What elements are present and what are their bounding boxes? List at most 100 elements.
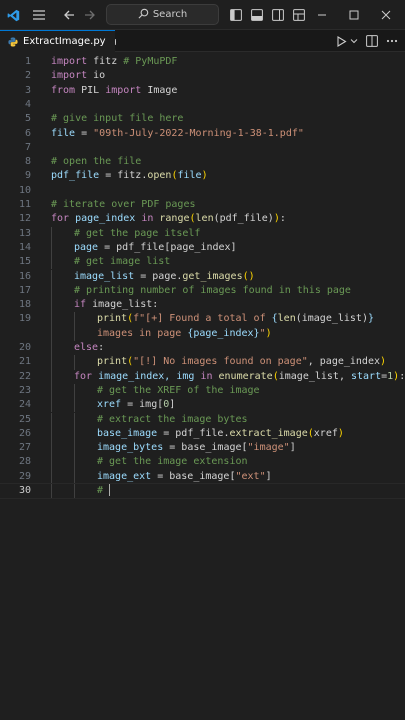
- line-number: 6: [24, 127, 31, 139]
- code-line[interactable]: 8 # open the file: [0, 155, 405, 169]
- code-line[interactable]: 2 import io: [0, 69, 405, 83]
- line-number: 19: [18, 313, 31, 325]
- code-line[interactable]: 18 if image_list:: [0, 298, 405, 313]
- run-python-file-icon[interactable]: [333, 32, 349, 50]
- code-token: for: [51, 213, 70, 225]
- code-token: # get image list: [74, 256, 171, 268]
- indent-guide: [74, 412, 75, 427]
- run-dropdown-chevron-icon[interactable]: [349, 32, 359, 50]
- indent-guide: [51, 341, 52, 356]
- code-line[interactable]: 14 page = pdf_file[page_index]: [0, 240, 405, 256]
- code-token: # get the XREF of the image: [97, 384, 260, 396]
- forward-arrow-icon[interactable]: [81, 5, 99, 25]
- code-token: # extract the image bytes: [97, 413, 248, 425]
- code-token: = base_image[: [163, 442, 248, 454]
- line-number: 24: [18, 399, 31, 411]
- menu-icon[interactable]: [30, 5, 48, 25]
- code-line[interactable]: 6 file = "09th-July-2022-Morning-1-38-1.p…: [0, 127, 405, 141]
- code-text: base_image = pdf_file.extract_image(xref…: [97, 427, 344, 441]
- code-token: io: [87, 70, 106, 82]
- code-text: image_bytes = base_image["image"]: [97, 441, 296, 455]
- code-token: # iterate over PDF pages: [51, 199, 196, 210]
- back-arrow-icon[interactable]: [60, 5, 78, 25]
- customize-layout-icon[interactable]: [291, 5, 307, 25]
- code-line[interactable]: 9 pdf_file = fitz.open(file): [0, 169, 405, 183]
- vscode-logo-icon: [6, 5, 20, 25]
- python-file-icon: [8, 37, 18, 47]
- code-token: if: [74, 299, 87, 311]
- code-token: ]: [169, 399, 176, 411]
- code-text: # get the image extension: [97, 455, 248, 469]
- split-editor-icon[interactable]: [364, 32, 380, 50]
- code-line[interactable]: 4: [0, 98, 405, 112]
- code-token: :: [98, 342, 105, 353]
- more-actions-icon[interactable]: [384, 32, 400, 50]
- code-text: import fitz # PyMuPDF: [51, 55, 177, 69]
- command-center-search[interactable]: Search: [106, 4, 219, 25]
- code-token: "09th-July-2022-Morning-1-38-1.pdf": [93, 127, 304, 139]
- code-line[interactable]: 28 # get the image extension: [0, 455, 405, 470]
- toggle-primary-sidebar-icon[interactable]: [228, 5, 244, 25]
- code-line[interactable]: 3 from PIL import Image: [0, 84, 405, 98]
- code-line[interactable]: 5 # give input file here: [0, 112, 405, 126]
- line-number: 23: [18, 384, 31, 396]
- code-line[interactable]: 1 import fitz # PyMuPDF: [0, 55, 405, 69]
- code-line[interactable]: 16 image_list = page.get_images(): [0, 269, 405, 284]
- code-token: extract_image: [229, 427, 308, 439]
- code-token: in: [141, 213, 154, 225]
- code-line[interactable]: images in page {page_index}"): [0, 326, 405, 341]
- code-text: # open the file: [51, 155, 141, 169]
- code-line[interactable]: 30 #: [0, 482, 405, 500]
- tab-extractimage-py[interactable]: ExtractImage.py: [0, 30, 115, 52]
- line-number: 14: [18, 241, 31, 253]
- code-text: for page_index in range(len(pdf_file)):: [51, 212, 286, 226]
- maximize-icon[interactable]: [344, 5, 364, 25]
- code-line[interactable]: 11 # iterate over PDF pages: [0, 198, 405, 212]
- code-line[interactable]: 19 print(f"[+] Found a total of {len(imag…: [0, 312, 405, 327]
- code-token: = fitz.: [99, 170, 148, 182]
- code-line[interactable]: 26 base_image = pdf_file.extract_image(xr…: [0, 426, 405, 442]
- code-line[interactable]: 20 else:: [0, 341, 405, 356]
- code-token: len: [277, 313, 296, 325]
- code-line[interactable]: 21 print("[!] No images found on page", p…: [0, 355, 405, 370]
- code-token: for: [74, 370, 93, 382]
- code-token: "ext": [235, 470, 266, 482]
- code-token: PIL: [75, 84, 106, 96]
- code-token: = img[: [121, 399, 164, 411]
- close-icon[interactable]: [376, 5, 396, 25]
- code-token: import: [105, 84, 142, 96]
- toggle-secondary-sidebar-icon[interactable]: [270, 5, 286, 25]
- code-token: image_list: [74, 270, 135, 282]
- code-line[interactable]: 13 # get the page itself: [0, 226, 405, 241]
- line-number: 3: [24, 84, 31, 96]
- indent-guide: [51, 469, 52, 484]
- line-number: 7: [24, 141, 31, 153]
- code-line[interactable]: 22 for image_index, img in enumerate(imag…: [0, 369, 405, 384]
- code-text: import io: [51, 69, 105, 83]
- code-line[interactable]: 12 for page_index in range(len(pdf_file))…: [0, 212, 405, 226]
- code-token: ]: [289, 442, 296, 454]
- code-token: xref: [313, 427, 338, 439]
- search-label: Search: [152, 9, 188, 20]
- line-number: 20: [18, 342, 31, 353]
- code-line[interactable]: 15 # get image list: [0, 255, 405, 270]
- code-token: from: [51, 84, 76, 96]
- code-text: file = "09th-July-2022-Morning-1-38-1.pd…: [51, 127, 304, 141]
- code-token: image_list:: [86, 299, 159, 311]
- toggle-panel-icon[interactable]: [249, 5, 265, 25]
- indent-guide: [51, 383, 52, 399]
- code-line[interactable]: 24 xref = img[0]: [0, 398, 405, 413]
- code-token: print: [97, 356, 128, 368]
- code-editor[interactable]: 1 import fitz # PyMuPDF 2 import io 3 from PI…: [0, 53, 405, 720]
- code-line[interactable]: 25 # extract the image bytes: [0, 412, 405, 427]
- code-line[interactable]: 10: [0, 184, 405, 198]
- code-line[interactable]: 27 image_bytes = base_image["image"]: [0, 441, 405, 456]
- code-line[interactable]: 17 # printing number of images found in t…: [0, 283, 405, 299]
- code-line[interactable]: 7: [0, 141, 405, 155]
- code-token: file: [51, 127, 76, 139]
- minimize-icon[interactable]: [312, 5, 332, 25]
- code-line[interactable]: 29 image_ext = base_image["ext"]: [0, 469, 405, 484]
- code-line[interactable]: 23 # get the XREF of the image: [0, 383, 405, 399]
- code-token: fitz: [87, 56, 124, 67]
- indent-guide: [51, 355, 52, 370]
